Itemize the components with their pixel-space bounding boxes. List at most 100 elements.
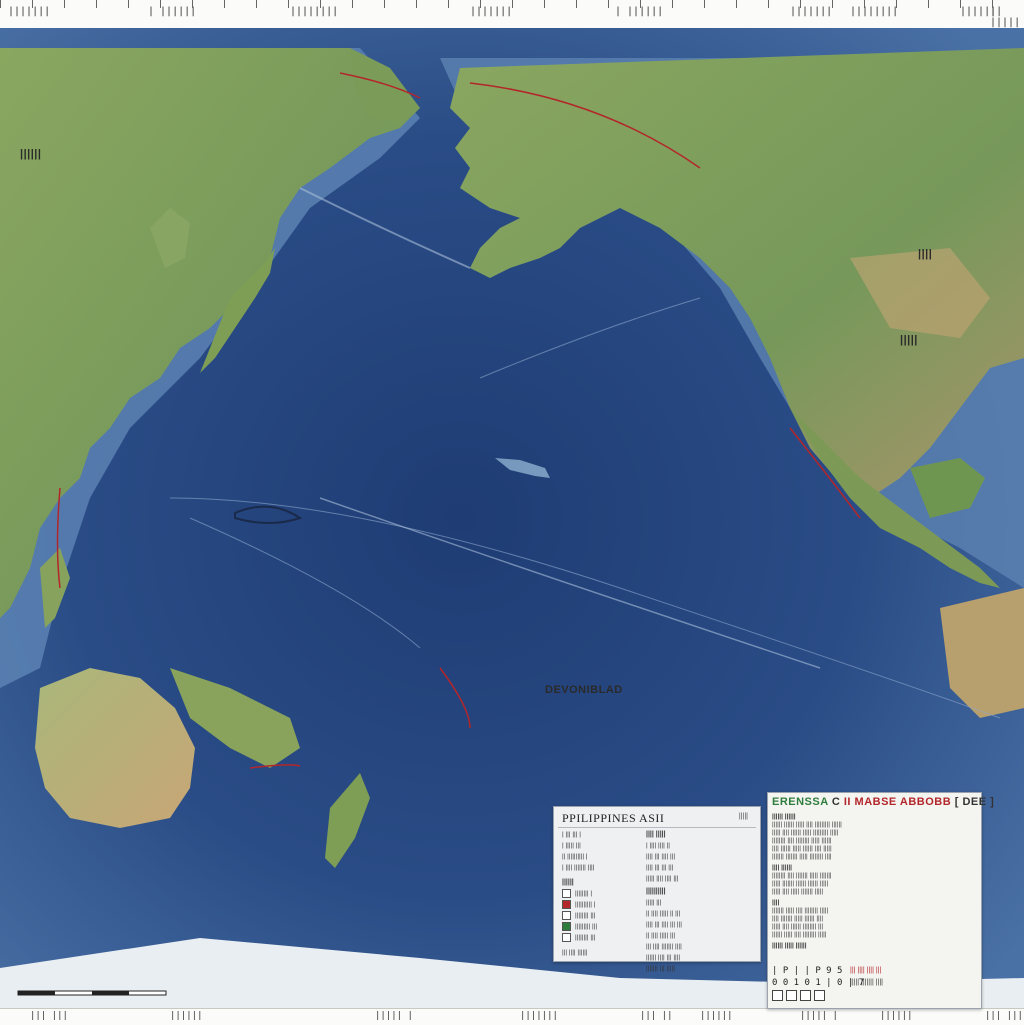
ruler-tick — [768, 0, 769, 8]
legend-row: ||||| ||| — [646, 899, 662, 906]
top-ruler-label: | ||||| — [990, 6, 1021, 28]
ruler-tick — [256, 0, 257, 8]
top-ruler-label: |||||||| — [850, 6, 899, 17]
legend-row: | |||| |||| || — [646, 842, 670, 849]
legend-row: | |||| ||||||| |||| — [562, 864, 595, 871]
legend-swatch — [562, 932, 571, 942]
legend-swatch — [562, 888, 571, 898]
legend-right-line: |||| ||||||| ||||| |||||| |||| — [772, 915, 824, 922]
legend-swatch — [562, 899, 571, 909]
legend-row: || |||| ||||| || ||| — [646, 910, 681, 917]
ruler-tick — [512, 0, 513, 8]
legend-right-line: |||| |||||| ||||| |||||| |||| ||||| — [772, 845, 832, 852]
ruler-tick — [224, 0, 225, 8]
ruler-tick — [736, 0, 737, 8]
legend-right-line: ||||| |||| |||||| ||||| ||||||||| ||||| — [772, 829, 839, 836]
top-ruler-label: | |||||| — [148, 6, 197, 17]
legend-right-title: ERENSSA C II MABSE ABBOBB [ DEE ] — [772, 796, 995, 808]
legend-row: | ||| ||| | — [562, 831, 581, 838]
bottom-ruler-label: |||||| — [170, 1011, 203, 1021]
bottom-ruler-label: ||| ||| — [985, 1011, 1023, 1021]
legend-tag: ||||| — [738, 813, 748, 820]
legend-row: || |||||||||| | — [562, 853, 588, 860]
legend-row: ||| |||| ||||||| |||| — [646, 943, 682, 950]
map-label-na2: ||||| — [900, 334, 918, 346]
legend-box — [814, 990, 825, 1001]
legend-swatch-row: |||||||| ||| — [562, 910, 652, 921]
ruler-tick — [320, 0, 321, 8]
ruler-tick — [32, 0, 33, 8]
legend-right-line: |||||||| |||| |||||||| ||||| |||||| — [772, 837, 832, 844]
bottom-ruler-label: ||| ||| — [30, 1011, 68, 1021]
legend-footer: ||| |||| |||||| — [562, 949, 588, 956]
map-label-na: |||| — [918, 248, 933, 260]
ruler-tick — [608, 0, 609, 8]
legend-swatch-row: |||||||| ||| — [562, 932, 652, 943]
ruler-tick — [576, 0, 577, 8]
legend-swatch-row: ||||||||| ||| — [562, 921, 652, 932]
legend-swatch-row: |||||||| | — [562, 888, 652, 899]
ruler-tick — [384, 0, 385, 8]
legend-row: ||||| |||| |||| ||| — [646, 875, 679, 882]
legend-right-body: |||||| |||||| |||||| |||||| ||||| |||| |… — [772, 813, 977, 950]
legend-column-left: | ||| ||| | | ||||| ||| || |||||||||| | … — [562, 829, 652, 958]
top-ruler-label: ||||||| — [8, 6, 51, 17]
legend-right-line: ||||||| ||||| |||| |||||||| ||||| — [772, 907, 829, 914]
legend-right-line: |||||| |||||| ||||| |||| ||||||||| |||||… — [772, 821, 842, 828]
legend-row: | ||||| ||| — [562, 842, 581, 849]
ruler-tick — [896, 0, 897, 8]
legend-header: |||| ||||| — [646, 831, 666, 838]
ruler-tick — [672, 0, 673, 8]
ruler-tick — [992, 0, 993, 8]
top-ruler-label: ||||||| — [470, 6, 513, 17]
legend-right-line: ||||||| ||||||| ||||| |||||||| |||| — [772, 853, 832, 860]
bottom-ruler-label: ||||||| — [520, 1011, 558, 1021]
ruler-tick — [128, 0, 129, 8]
map-label-pacific: DEVONIBLAD — [545, 684, 623, 696]
legend-row: |||| ||| ||| ||| — [646, 864, 674, 871]
top-ruler-label: ||||||| — [790, 6, 833, 17]
top-ruler: ||||||| | |||||| |||||||| ||||||| | |||||| ||… — [0, 0, 1024, 29]
ruler-tick — [800, 0, 801, 8]
scale-bar — [17, 990, 167, 996]
legend-title: PPILIPPINES ASII — [562, 811, 665, 825]
legend-right-section: |||| — [772, 899, 780, 906]
legend-box — [800, 990, 811, 1001]
bottom-ruler: ||| ||| |||||| ||||| | ||||||| ||| || |||||| |… — [0, 1008, 1024, 1025]
legend-divider — [558, 827, 756, 828]
legend-row: |||| ||| |||| ||| ||| — [646, 921, 682, 928]
ruler-tick — [160, 0, 161, 8]
legend-header: |||||| — [562, 879, 574, 886]
ruler-tick — [864, 0, 865, 8]
legend-box — [772, 990, 783, 1001]
bottom-ruler-label: ||| || — [640, 1011, 673, 1021]
legend-right-line: ||||| |||| |||||| |||||||| ||| — [772, 923, 824, 930]
ruler-tick — [704, 0, 705, 8]
legend-column-right: |||| ||||| | |||| |||| || |||| ||| |||| … — [646, 829, 756, 974]
legend-right-section: |||| |||||| — [772, 864, 792, 871]
ruler-tick — [96, 0, 97, 8]
ruler-tick — [480, 0, 481, 8]
legend-header: |||||||||| — [646, 888, 666, 895]
ruler-tick — [928, 0, 929, 8]
ruler-tick — [416, 0, 417, 8]
legend-swatch — [562, 921, 571, 931]
legend-panel-right: ERENSSA C II MABSE ABBOBB [ DEE ] ||||||… — [767, 792, 994, 1009]
bottom-ruler-label: |||||| — [880, 1011, 913, 1021]
legend-footer: ||||||| ||| ||||| — [646, 965, 675, 972]
ruler-tick — [448, 0, 449, 8]
ruler-tick — [640, 0, 641, 8]
legend-swatch — [562, 910, 571, 920]
legend-right-subtitle: |||||| |||||| — [772, 813, 796, 820]
legend-row: |||| ||| |||| ||| — [646, 853, 676, 860]
ruler-tick — [0, 0, 1, 8]
bottom-ruler-label: ||||| | — [800, 1011, 838, 1021]
legend-box — [786, 990, 797, 1001]
bottom-ruler-label: ||||| | — [375, 1011, 413, 1021]
ruler-tick — [288, 0, 289, 8]
legend-row: |||||| |||| ||| |||| — [646, 954, 681, 961]
legend-right-section: |||||| ||||| |||||| — [772, 942, 807, 949]
ruler-tick — [192, 0, 193, 8]
legend-right-line: |||||||| |||| ||||||| ||||| ||||||| — [772, 872, 832, 879]
legend-right-line: ||||| |||| ||||| ||||||| ||||| — [772, 888, 824, 895]
